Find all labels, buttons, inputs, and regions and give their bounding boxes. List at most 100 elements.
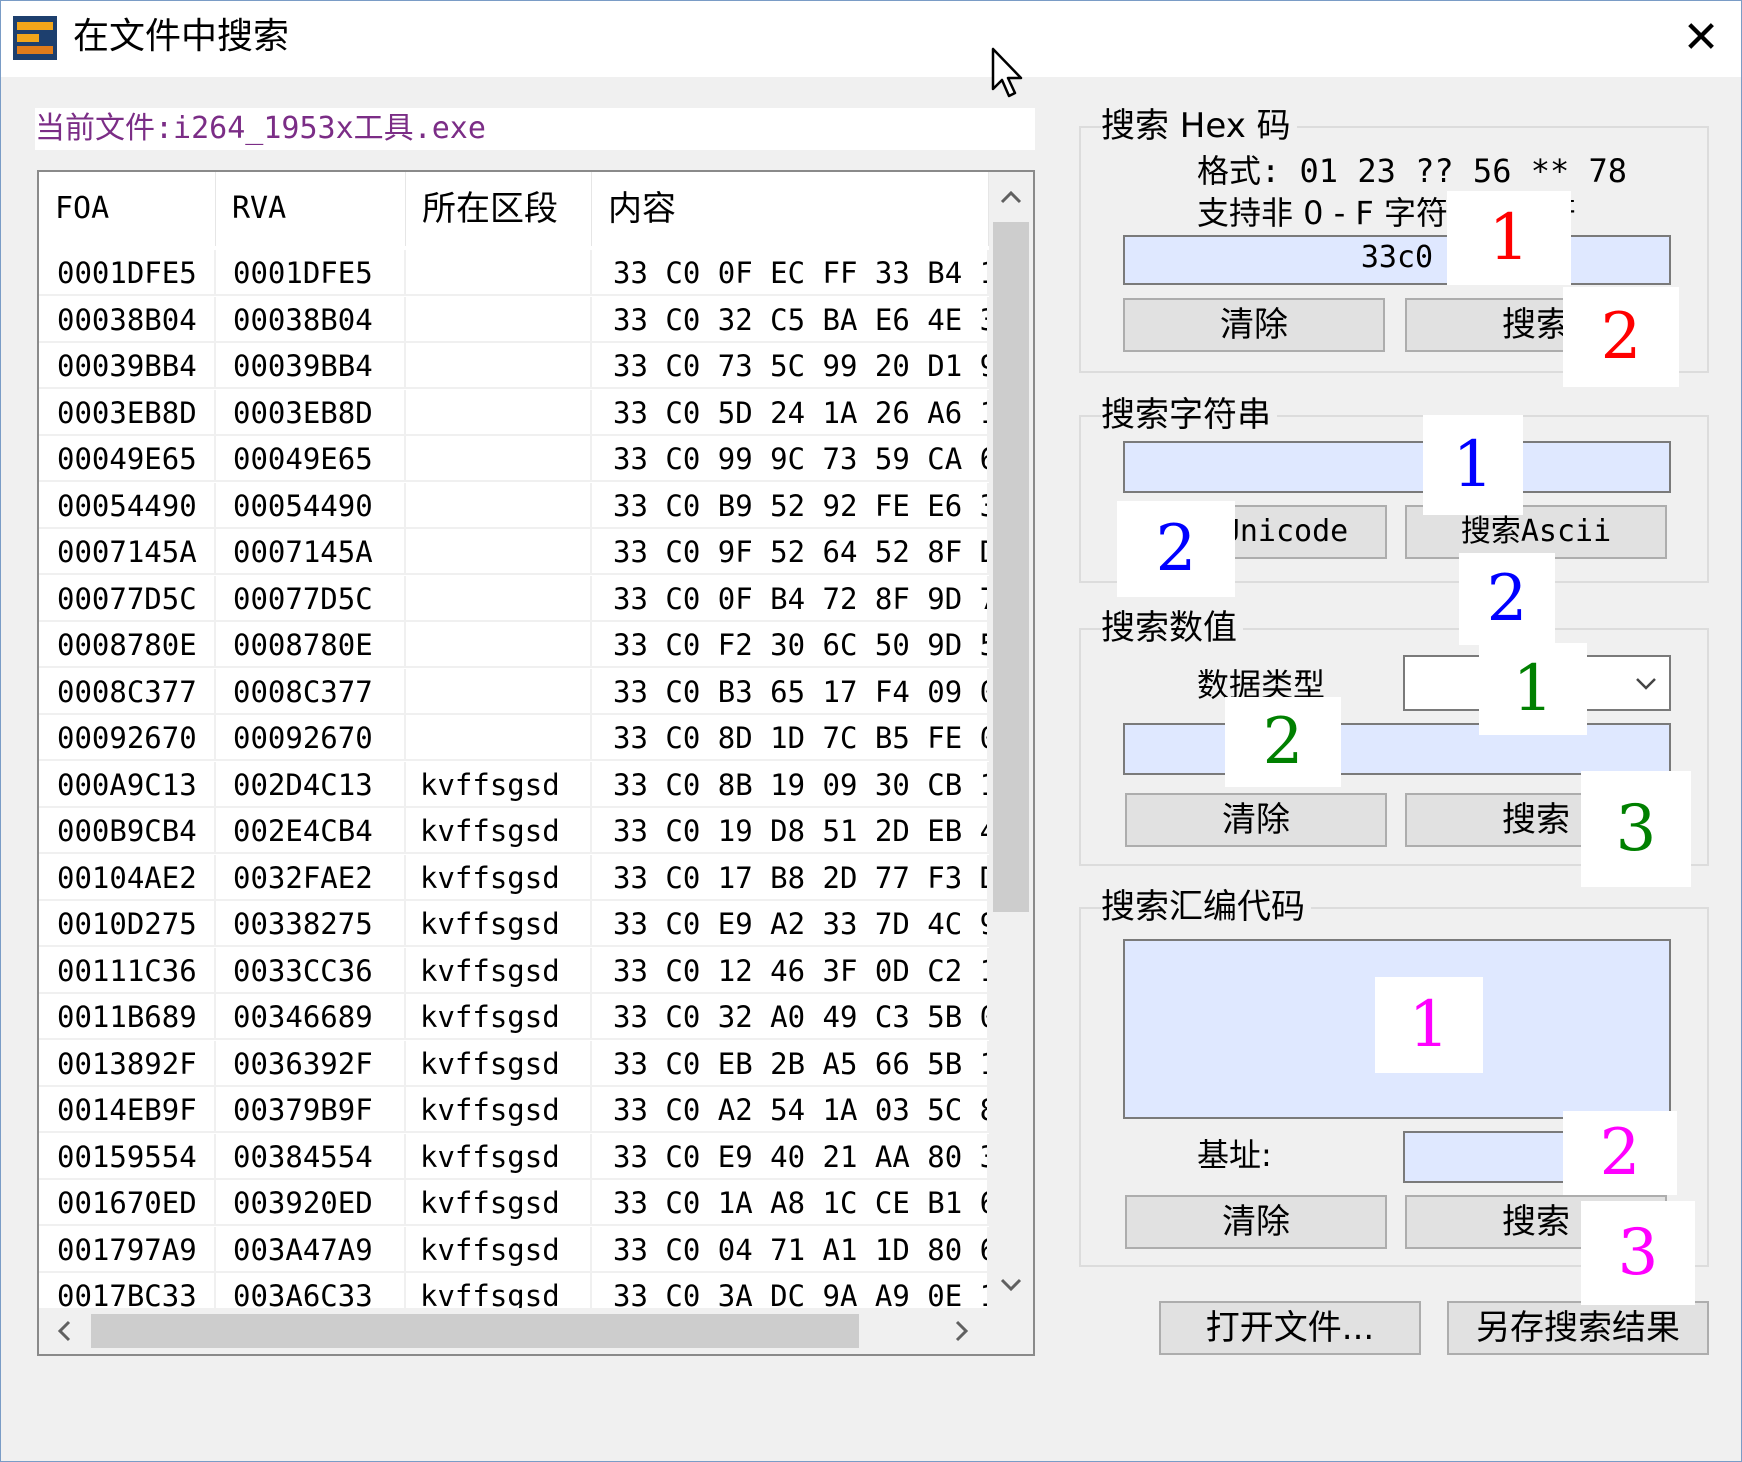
foa-cell: 00038B04: [39, 296, 216, 343]
table-row[interactable]: 000B9CB4 002E4CB4 kvffsgsd 33 C0 19 D8 51 2…: [39, 808, 989, 854]
content-cell: 33 C0 0F B4 72 8F 9D 7: [592, 575, 989, 622]
section-cell: [406, 250, 592, 296]
rva-cell: 0036392F: [216, 1040, 406, 1087]
column-header-foa[interactable]: FOA: [39, 172, 216, 246]
foa-cell: 0008C377: [39, 668, 216, 715]
foa-cell: 00092670: [39, 715, 216, 761]
content-cell: 33 C0 8B 19 09 30 CB 1: [592, 761, 989, 808]
foa-cell: 00104AE2: [39, 854, 216, 901]
table-row[interactable]: 0008780E 0008780E 33 C0 F2 30 6C 50 9D 5: [39, 622, 989, 668]
foa-cell: 0001DFE5: [39, 250, 216, 296]
rva-cell: 00077D5C: [216, 575, 406, 622]
rva-cell: 0008C377: [216, 668, 406, 715]
foa-cell: 001797A9: [39, 1226, 216, 1273]
hex-input[interactable]: 33c0: [1123, 235, 1671, 285]
content-cell: 33 C0 9F 52 64 52 8F D: [592, 529, 989, 575]
rva-cell: 00054490: [216, 482, 406, 529]
table-header: FOA RVA 所在区段 内容: [39, 172, 989, 246]
section-cell: [406, 343, 592, 389]
table-row[interactable]: 0010D275 00338275 kvffsgsd 33 C0 E9 A2 33 7…: [39, 901, 989, 947]
rva-cell: 00346689: [216, 994, 406, 1040]
table-row[interactable]: 0011B689 00346689 kvffsgsd 33 C0 32 A0 49 C…: [39, 994, 989, 1040]
content-cell: 33 C0 04 71 A1 1D 80 6: [592, 1226, 989, 1273]
save-results-button[interactable]: 另存搜索结果: [1447, 1301, 1709, 1355]
rva-cell: 00338275: [216, 901, 406, 947]
rva-cell: 0032FAE2: [216, 854, 406, 901]
table-row[interactable]: 00077D5C 00077D5C 33 C0 0F B4 72 8F 9D 7: [39, 575, 989, 622]
section-cell: kvffsgsd: [406, 1087, 592, 1133]
foa-cell: 0008780E: [39, 622, 216, 668]
scroll-down-icon[interactable]: [989, 1262, 1033, 1306]
content-cell: 33 C0 1A A8 1C CE B1 6: [592, 1180, 989, 1226]
scroll-left-icon[interactable]: [41, 1308, 87, 1354]
horizontal-scrollbar[interactable]: [39, 1308, 989, 1354]
window-title: 在文件中搜索: [73, 16, 290, 57]
hex-clear-button[interactable]: 清除: [1123, 298, 1385, 352]
hex-format-hint: 格式: 01 23 ?? 56 ** 78: [1197, 152, 1628, 190]
mouse-cursor-icon: [991, 47, 1023, 98]
horizontal-scroll-thumb[interactable]: [91, 1314, 859, 1348]
content-cell: 33 C0 19 D8 51 2D EB 4: [592, 808, 989, 854]
content-cell: 33 C0 EB 2B A5 66 5B 1: [592, 1040, 989, 1087]
table-row[interactable]: 0001DFE5 0001DFE5 33 C0 0F EC FF 33 B4 1: [39, 250, 989, 296]
column-header-section[interactable]: 所在区段: [406, 172, 592, 246]
table-row[interactable]: 0007145A 0007145A 33 C0 9F 52 64 52 8F D: [39, 529, 989, 575]
table-row[interactable]: 00159554 00384554 kvffsgsd 33 C0 E9 40 21 A…: [39, 1133, 989, 1180]
chevron-down-icon[interactable]: [1633, 663, 1659, 703]
section-cell: [406, 622, 592, 668]
content-cell: 33 C0 E9 40 21 AA 80 3: [592, 1133, 989, 1180]
content-cell: 33 C0 B9 52 92 FE E6 3: [592, 482, 989, 529]
annotation-hex-1: 1: [1447, 191, 1571, 285]
table-row[interactable]: 00054490 00054490 33 C0 B9 52 92 FE E6 3: [39, 482, 989, 529]
table-row[interactable]: 001670ED 003920ED kvffsgsd 33 C0 1A A8 1C C…: [39, 1180, 989, 1226]
section-cell: kvffsgsd: [406, 947, 592, 994]
foa-cell: 0007145A: [39, 529, 216, 575]
column-header-rva[interactable]: RVA: [216, 172, 406, 246]
table-row[interactable]: 00039BB4 00039BB4 33 C0 73 5C 99 20 D1 9: [39, 343, 989, 389]
table-row[interactable]: 0008C377 0008C377 33 C0 B3 65 17 F4 09 0: [39, 668, 989, 715]
number-input[interactable]: [1123, 723, 1671, 775]
open-file-button[interactable]: 打开文件...: [1159, 1301, 1421, 1355]
section-cell: [406, 296, 592, 343]
scroll-corner: [989, 1308, 1033, 1354]
section-cell: kvffsgsd: [406, 808, 592, 854]
foa-cell: 00039BB4: [39, 343, 216, 389]
vertical-scroll-thumb[interactable]: [993, 222, 1029, 912]
table-row[interactable]: 00104AE2 0032FAE2 kvffsgsd 33 C0 17 B8 2D 7…: [39, 854, 989, 901]
rva-cell: 00038B04: [216, 296, 406, 343]
string-input[interactable]: [1123, 441, 1671, 493]
foa-cell: 0010D275: [39, 901, 216, 947]
section-cell: [406, 482, 592, 529]
results-table[interactable]: FOA RVA 所在区段 内容 0001DFE5 0001DFE5 33 C0 0F…: [37, 170, 1035, 1356]
content-cell: 33 C0 B3 65 17 F4 09 0: [592, 668, 989, 715]
table-row[interactable]: 0014EB9F 00379B9F kvffsgsd 33 C0 A2 54 1A 0…: [39, 1087, 989, 1133]
annotation-asm-1: 1: [1375, 977, 1483, 1073]
number-clear-button[interactable]: 清除: [1125, 793, 1387, 847]
foa-cell: 00077D5C: [39, 575, 216, 622]
table-row[interactable]: 0003EB8D 0003EB8D 33 C0 5D 24 1A 26 A6 1: [39, 389, 989, 436]
rva-cell: 0001DFE5: [216, 250, 406, 296]
close-icon[interactable]: ✕: [1671, 9, 1731, 69]
content-cell: 33 C0 F2 30 6C 50 9D 5: [592, 622, 989, 668]
foa-cell: 00111C36: [39, 947, 216, 994]
scroll-up-icon[interactable]: [989, 174, 1033, 218]
table-row[interactable]: 001797A9 003A47A9 kvffsgsd 33 C0 04 71 A1 1…: [39, 1226, 989, 1273]
table-row[interactable]: 00038B04 00038B04 33 C0 32 C5 BA E6 4E 3: [39, 296, 989, 343]
current-file-label: 当前文件:i264_1953x工具.exe: [35, 108, 1035, 150]
table-row[interactable]: 00049E65 00049E65 33 C0 99 9C 73 59 CA 6: [39, 436, 989, 482]
table-row[interactable]: 000A9C13 002D4C13 kvffsgsd 33 C0 8B 19 09 3…: [39, 761, 989, 808]
rva-cell: 0008780E: [216, 622, 406, 668]
content-cell: 33 C0 5D 24 1A 26 A6 1: [592, 389, 989, 436]
table-row[interactable]: 00092670 00092670 33 C0 8D 1D 7C B5 FE 0: [39, 715, 989, 761]
search-in-file-window: 在文件中搜索 ✕ 当前文件:i264_1953x工具.exe FOA RVA 所…: [0, 0, 1742, 1462]
table-row[interactable]: 0013892F 0036392F kvffsgsd 33 C0 EB 2B A5 6…: [39, 1040, 989, 1087]
rva-cell: 00384554: [216, 1133, 406, 1180]
asm-clear-button[interactable]: 清除: [1125, 1195, 1387, 1249]
vertical-scrollbar[interactable]: [989, 172, 1033, 1309]
section-cell: kvffsgsd: [406, 994, 592, 1040]
column-header-content[interactable]: 内容: [592, 172, 989, 246]
scroll-right-icon[interactable]: [939, 1308, 985, 1354]
table-row[interactable]: 00111C36 0033CC36 kvffsgsd 33 C0 12 46 3F 0…: [39, 947, 989, 994]
foa-cell: 0013892F: [39, 1040, 216, 1087]
content-cell: 33 C0 0F EC FF 33 B4 1: [592, 250, 989, 296]
